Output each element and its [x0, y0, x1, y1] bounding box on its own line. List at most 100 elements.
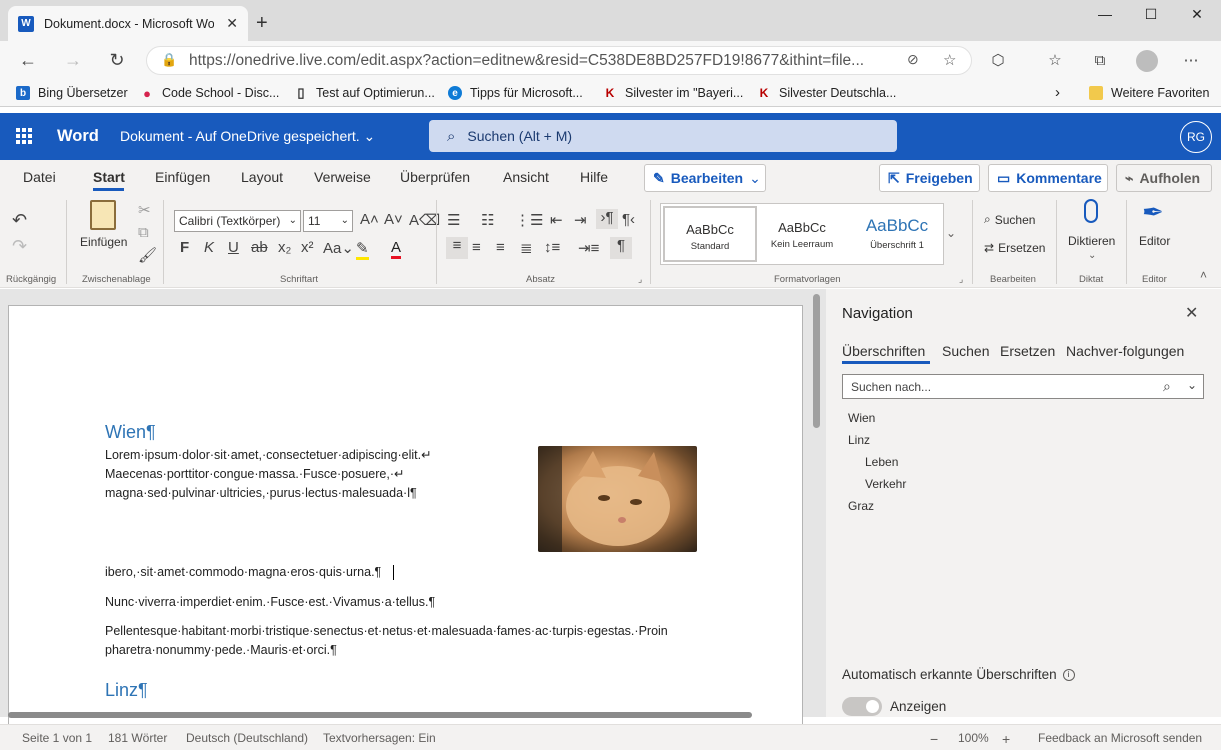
avatar[interactable]: RG [1180, 121, 1212, 153]
paragraph-3[interactable]: Nunc·viverra·imperdiet·enim.·Fusce·est.·… [105, 593, 435, 612]
chevron-right-icon[interactable]: › [1055, 84, 1060, 102]
nav-tab-tracking[interactable]: Nachver-folgungen [1066, 343, 1184, 359]
paragraph-4[interactable]: Pellentesque·habitant·morbi·tristique·se… [105, 622, 668, 660]
format-painter-icon[interactable]: 🖌 [138, 246, 157, 264]
style-heading1[interactable]: AaBbCc Überschrift 1 [850, 206, 944, 262]
font-size-select[interactable]: 11 ⌄ [303, 210, 353, 232]
forward-icon[interactable]: → [61, 48, 85, 72]
favorite-item[interactable]: b Bing Übersetzer [16, 84, 128, 102]
microphone-icon[interactable] [1084, 199, 1098, 223]
catch-up-button[interactable]: ⌁ Aufholen [1116, 164, 1212, 192]
subscript-icon[interactable]: x₂ [278, 239, 291, 256]
favorite-item[interactable]: K Silvester Deutschla... [757, 84, 897, 102]
search-box[interactable]: ⌕ Suchen (Alt + M) [429, 120, 897, 152]
paragraph-2[interactable]: ibero,·sit·amet·commodo·magna·eros·quis·… [105, 563, 381, 582]
zoom-in-icon[interactable]: + [1002, 731, 1010, 747]
tab-verweise[interactable]: Verweise [314, 169, 371, 185]
superscript-icon[interactable]: x² [301, 239, 314, 256]
increase-indent-icon[interactable]: ⇥ [574, 211, 587, 229]
tab-ueberpruefen[interactable]: Überprüfen [400, 169, 470, 185]
close-window-icon[interactable]: ✕ [1182, 6, 1212, 26]
other-favorites[interactable]: Weitere Favoriten [1089, 84, 1209, 102]
dictate-label[interactable]: Diktieren [1068, 234, 1115, 248]
favorite-item[interactable]: K Silvester im "Bayeri... [603, 84, 744, 102]
feedback-link[interactable]: Feedback an Microsoft senden [1038, 731, 1202, 745]
align-right-icon[interactable]: ≡ [496, 239, 505, 256]
browser-tab[interactable]: W Dokument.docx - Microsoft Word ✕ [8, 6, 248, 41]
chevron-up-icon[interactable]: ˄ [1200, 268, 1207, 282]
close-tab-icon[interactable]: ✕ [226, 15, 238, 32]
lock-icon[interactable]: 🔒 [161, 52, 177, 68]
info-icon[interactable]: i [1062, 668, 1075, 681]
status-language[interactable]: Deutsch (Deutschland) [186, 731, 308, 745]
chevron-down-icon[interactable]: ⌄ [946, 226, 956, 240]
nav-tab-headings[interactable]: Überschriften [842, 343, 925, 359]
new-tab-icon[interactable]: + [256, 12, 268, 35]
underline-icon[interactable]: U [228, 239, 239, 256]
show-formatting-icon[interactable]: ¶ [610, 237, 632, 259]
cat-image[interactable] [538, 446, 697, 552]
dialog-launcher-icon[interactable]: ⌟ [638, 274, 642, 285]
chevron-down-icon[interactable]: ⌄ [1088, 250, 1096, 261]
add-favorite-icon[interactable]: ☆ [943, 51, 956, 69]
navigation-search-input[interactable]: Suchen nach... ⌕ ⌄ [842, 374, 1204, 399]
collections-icon[interactable]: ⧉ [1090, 51, 1110, 71]
minimize-icon[interactable]: — [1090, 6, 1120, 26]
tab-datei[interactable]: Datei [23, 169, 56, 185]
app-launcher-icon[interactable] [16, 128, 32, 144]
favorites-icon[interactable]: ☆ [1045, 51, 1065, 71]
numbering-icon[interactable]: ☷ [481, 211, 494, 229]
status-page[interactable]: Seite 1 von 1 [22, 731, 92, 745]
italic-icon[interactable]: K [204, 239, 214, 256]
font-color-icon[interactable]: A [391, 239, 402, 259]
tab-hilfe[interactable]: Hilfe [580, 169, 608, 185]
editing-mode-button[interactable]: ✎ Bearbeiten ⌄ [644, 164, 766, 192]
tab-layout[interactable]: Layout [241, 169, 283, 185]
replace-button[interactable]: ⇄ Ersetzen [984, 241, 1045, 255]
cut-icon[interactable]: ✂ [138, 201, 151, 219]
vertical-scrollbar[interactable] [813, 294, 820, 428]
font-name-select[interactable]: Calibri (Textkörper) ⌄ [174, 210, 301, 232]
paragraph-spacing-icon[interactable]: ⇥≡ [578, 239, 599, 257]
app-name[interactable]: Word [57, 127, 99, 146]
favorite-item[interactable]: ▯ Test auf Optimierun... [294, 84, 434, 102]
find-button[interactable]: ⌕ Suchen [984, 212, 1035, 227]
justify-icon[interactable]: ≣ [520, 239, 533, 257]
close-icon[interactable]: ✕ [1185, 303, 1198, 323]
style-no-spacing[interactable]: AaBbCc Kein Leerraum [755, 206, 849, 262]
heading-linz[interactable]: Linz¶ [105, 680, 148, 701]
shrink-font-icon[interactable]: A˅ [384, 211, 403, 228]
highlight-icon[interactable]: ✎ [356, 239, 369, 260]
chevron-down-icon[interactable]: ⌄ [1187, 378, 1197, 392]
favorite-item[interactable]: ● Code School - Disc... [140, 84, 279, 102]
status-words[interactable]: 181 Wörter [108, 731, 167, 745]
style-standard[interactable]: AaBbCc Standard [663, 206, 757, 262]
horizontal-scrollbar[interactable] [8, 712, 752, 718]
line-spacing-icon[interactable]: ↕≡ [544, 239, 560, 256]
redo-icon[interactable]: ↷ [12, 236, 27, 257]
ltr-icon[interactable]: ›¶ [596, 209, 618, 229]
nav-heading-item[interactable]: Linz [848, 433, 870, 447]
bold-icon[interactable]: F [180, 239, 189, 256]
comments-button[interactable]: ▭ Kommentare [988, 164, 1108, 192]
nav-heading-item[interactable]: Verkehr [865, 477, 906, 491]
status-prediction[interactable]: Textvorhersagen: Ein [323, 731, 436, 745]
nav-tab-replace[interactable]: Ersetzen [1000, 343, 1055, 359]
nav-heading-item[interactable]: Leben [865, 455, 898, 469]
share-button[interactable]: ⇱ Freigeben [879, 164, 980, 192]
editor-pen-icon[interactable]: ✒ [1142, 197, 1164, 228]
nav-tab-search[interactable]: Suchen [942, 343, 989, 359]
search-icon[interactable]: ⌕ [1163, 378, 1171, 395]
grow-font-icon[interactable]: A˄ [360, 211, 379, 228]
nav-heading-item[interactable]: Graz [848, 499, 874, 513]
editor-label[interactable]: Editor [1139, 234, 1170, 248]
multilevel-list-icon[interactable]: ⋮☰ [515, 211, 543, 229]
nav-heading-item[interactable]: Wien [848, 411, 875, 425]
paragraph-1[interactable]: Lorem·ipsum·dolor·sit·amet,·consectetuer… [105, 446, 432, 503]
profile-icon[interactable] [1136, 50, 1158, 72]
document-title[interactable]: Dokument - Auf OneDrive gespeichert. ⌄ [120, 128, 375, 145]
change-case-icon[interactable]: Aa⌄ [323, 239, 354, 257]
align-center-icon[interactable]: ≡ [472, 239, 481, 256]
zoom-out-icon[interactable]: − [930, 731, 938, 747]
auto-headings-toggle[interactable] [842, 697, 882, 716]
